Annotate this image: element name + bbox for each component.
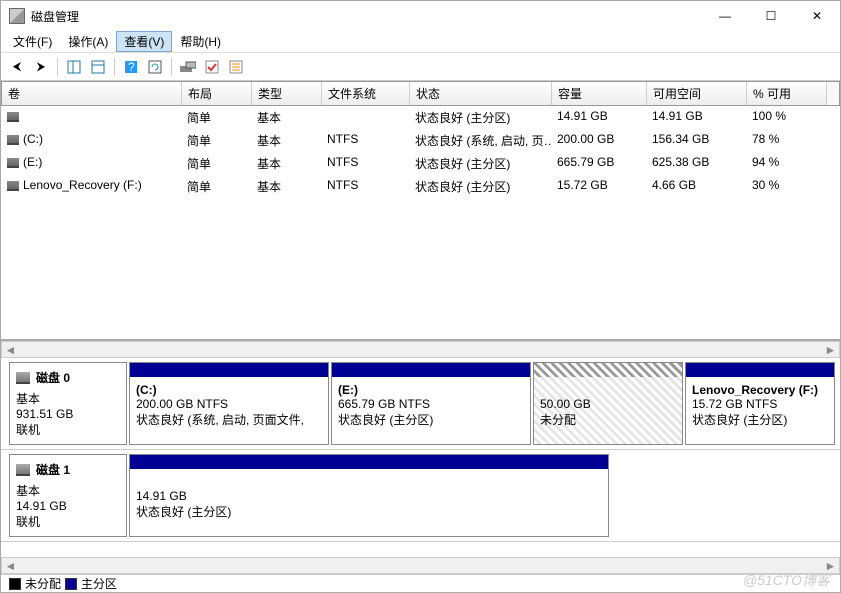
disk-header[interactable]: 磁盘 0基本931.51 GB联机 — [9, 362, 127, 445]
legend-primary-swatch — [65, 578, 77, 590]
disk-row: 磁盘 0基本931.51 GB联机(C:)200.00 GB NTFS状态良好 … — [1, 358, 840, 450]
menu-file[interactable]: 文件(F) — [5, 31, 60, 52]
toolbar: ⮜ ⮞ ? — [1, 53, 840, 81]
disk-list-icon[interactable] — [176, 56, 200, 78]
partition-header-bar — [534, 363, 682, 377]
col-fs[interactable]: 文件系统 — [322, 82, 410, 105]
table-row[interactable]: (E:)简单基本NTFS状态良好 (主分区)665.79 GB625.38 GB… — [1, 152, 840, 175]
panel-icon[interactable] — [62, 56, 86, 78]
disk-header[interactable]: 磁盘 1基本14.91 GB联机 — [9, 454, 127, 537]
table-row[interactable]: 简单基本状态良好 (主分区)14.91 GB14.91 GB100 % — [1, 106, 840, 129]
partition[interactable]: Lenovo_Recovery (F:)15.72 GB NTFS状态良好 (主… — [685, 362, 835, 445]
partition[interactable]: (C:)200.00 GB NTFS状态良好 (系统, 启动, 页面文件, — [129, 362, 329, 445]
app-icon — [9, 8, 25, 24]
titlebar: 磁盘管理 — ☐ ✕ — [1, 1, 840, 31]
show-hide-icon[interactable] — [86, 56, 110, 78]
menu-view[interactable]: 查看(V) — [116, 31, 172, 52]
help-icon[interactable]: ? — [119, 56, 143, 78]
disk-icon — [16, 464, 30, 476]
legend-unalloc-swatch — [9, 578, 21, 590]
col-volume[interactable]: 卷 — [2, 82, 182, 105]
back-button[interactable]: ⮜ — [5, 56, 29, 78]
legend: 未分配 主分区 — [1, 574, 840, 592]
check-icon[interactable] — [200, 56, 224, 78]
window-title: 磁盘管理 — [31, 8, 702, 25]
partition-header-bar — [332, 363, 530, 377]
column-headers: 卷 布局 类型 文件系统 状态 容量 可用空间 % 可用 — [1, 81, 840, 106]
partition[interactable]: 14.91 GB状态良好 (主分区) — [129, 454, 609, 537]
col-type[interactable]: 类型 — [252, 82, 322, 105]
partition[interactable]: (E:)665.79 GB NTFS状态良好 (主分区) — [331, 362, 531, 445]
volume-icon — [7, 135, 19, 145]
toolbar-sep — [171, 58, 172, 76]
partition-header-bar — [130, 363, 328, 377]
disk-graphical-pane: 磁盘 0基本931.51 GB联机(C:)200.00 GB NTFS状态良好 … — [1, 358, 840, 557]
partition[interactable]: 50.00 GB未分配 — [533, 362, 683, 445]
col-free[interactable]: 可用空间 — [647, 82, 747, 105]
disk-icon — [16, 372, 30, 384]
close-button[interactable]: ✕ — [794, 1, 840, 31]
volume-list-pane: 卷 布局 类型 文件系统 状态 容量 可用空间 % 可用 简单基本状态良好 (主… — [1, 81, 840, 341]
svg-text:?: ? — [128, 60, 135, 74]
minimize-button[interactable]: — — [702, 1, 748, 31]
disk-row: 磁盘 1基本14.91 GB联机14.91 GB状态良好 (主分区) — [1, 450, 840, 542]
volume-rows: 简单基本状态良好 (主分区)14.91 GB14.91 GB100 %(C:)简… — [1, 106, 840, 339]
volume-icon — [7, 112, 19, 122]
col-capacity[interactable]: 容量 — [552, 82, 647, 105]
watermark: @51CTO博客 — [743, 570, 830, 590]
h-scrollbar[interactable]: ◄ ► — [1, 341, 840, 358]
col-status[interactable]: 状态 — [410, 82, 552, 105]
partition-header-bar — [130, 455, 608, 469]
legend-unalloc-label: 未分配 — [25, 575, 61, 592]
col-pct[interactable]: % 可用 — [747, 82, 827, 105]
refresh-icon[interactable] — [143, 56, 167, 78]
toolbar-sep — [114, 58, 115, 76]
forward-button[interactable]: ⮞ — [29, 56, 53, 78]
settings-icon[interactable] — [224, 56, 248, 78]
volume-icon — [7, 181, 19, 191]
h-scrollbar-bottom[interactable]: ◄ ► — [1, 557, 840, 574]
volume-icon — [7, 158, 19, 168]
scroll-left-icon[interactable]: ◄ — [2, 558, 19, 573]
menu-action[interactable]: 操作(A) — [60, 31, 116, 52]
menubar: 文件(F) 操作(A) 查看(V) 帮助(H) — [1, 31, 840, 53]
partition-header-bar — [686, 363, 834, 377]
scroll-right-icon[interactable]: ► — [822, 342, 839, 357]
col-layout[interactable]: 布局 — [182, 82, 252, 105]
table-row[interactable]: (C:)简单基本NTFS状态良好 (系统, 启动, 页…200.00 GB156… — [1, 129, 840, 152]
toolbar-sep — [57, 58, 58, 76]
legend-primary-label: 主分区 — [81, 575, 117, 592]
maximize-button[interactable]: ☐ — [748, 1, 794, 31]
table-row[interactable]: Lenovo_Recovery (F:)简单基本NTFS状态良好 (主分区)15… — [1, 175, 840, 198]
menu-help[interactable]: 帮助(H) — [172, 31, 229, 52]
scroll-left-icon[interactable]: ◄ — [2, 342, 19, 357]
